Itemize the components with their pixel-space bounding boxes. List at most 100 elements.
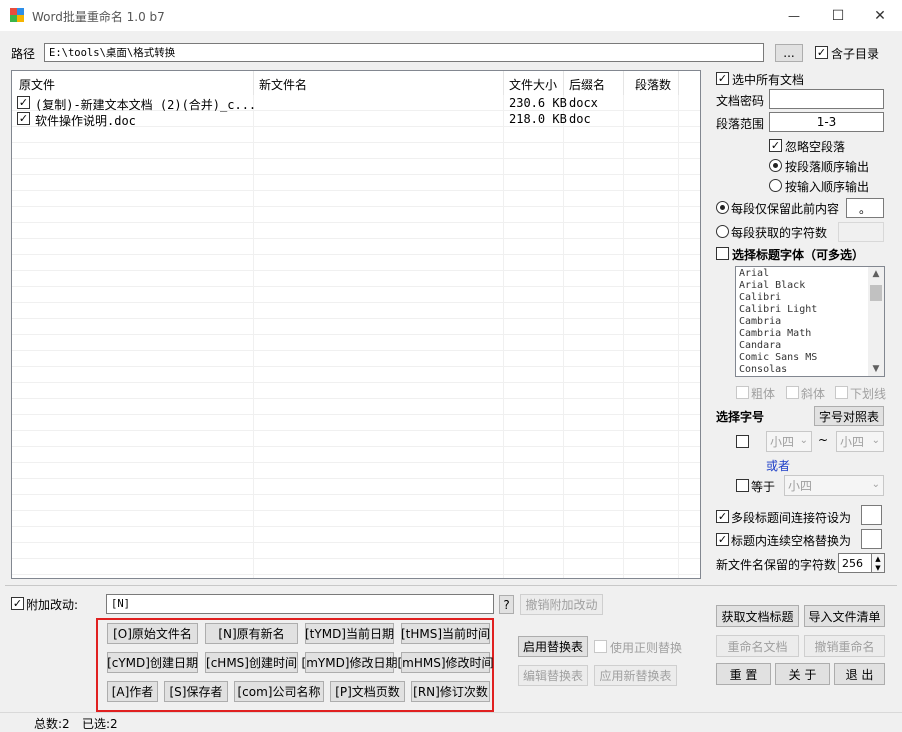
token-button[interactable]: [A]作者 <box>107 681 158 702</box>
status-selected: 已选:2 <box>82 715 118 732</box>
font-list-item[interactable]: Cambria <box>739 316 867 328</box>
row-checkbox[interactable]: ✓ <box>17 96 30 109</box>
path-input[interactable]: E:\tools\桌面\格式转换 <box>44 43 764 62</box>
undo-rename-button[interactable]: 撤销重命名 <box>804 635 885 657</box>
table-row[interactable]: ✓ (复制)-新建文本文档 (2)(合并)_c... 230.6 KB docx <box>12 95 700 111</box>
font-list-item[interactable]: Calibri <box>739 292 867 304</box>
range-label: 段落范围 <box>716 115 764 132</box>
char-count-radio[interactable] <box>716 225 729 238</box>
or-label: 或者 <box>766 457 790 474</box>
title-font-label: 选择标题字体（可多选） <box>732 246 864 263</box>
ignore-empty-checkbox[interactable]: ✓ <box>769 139 782 152</box>
token-button[interactable]: [P]文档页数 <box>330 681 405 702</box>
spin-down-icon[interactable]: ▼ <box>872 563 884 572</box>
help-button[interactable]: ? <box>499 595 514 614</box>
append-label: 附加改动: <box>26 596 78 613</box>
use-regex-checkbox[interactable] <box>594 640 607 653</box>
table-row[interactable]: ✓ 软件操作说明.doc 218.0 KB doc <box>12 111 700 127</box>
rename-button[interactable]: 重命名文档 <box>716 635 799 657</box>
font-list-item[interactable]: Candara <box>739 340 867 352</box>
apply-replace-button[interactable]: 应用新替换表 <box>594 665 677 686</box>
token-button[interactable]: [tHMS]当前时间 <box>401 623 490 644</box>
spin-up-icon[interactable]: ▲ <box>872 554 884 563</box>
scroll-thumb[interactable] <box>870 285 882 301</box>
col-header-original[interactable]: 原文件 <box>19 76 55 93</box>
select-all-checkbox[interactable]: ✓ <box>716 72 729 85</box>
enable-replace-button[interactable]: 启用替换表 <box>518 636 588 657</box>
import-list-button[interactable]: 导入文件清单 <box>804 605 885 627</box>
size-table-button[interactable]: 字号对照表 <box>814 406 884 426</box>
scroll-down-icon[interactable]: ▼ <box>868 362 884 376</box>
keep-chars-input[interactable]: 256 <box>838 553 872 573</box>
range-input[interactable]: 1-3 <box>769 112 884 132</box>
multi-title-label: 多段标题间连接符设为 <box>731 509 851 526</box>
reset-button[interactable]: 重 置 <box>716 663 771 685</box>
token-button[interactable]: [tYMD]当前日期 <box>305 623 394 644</box>
keep-before-radio[interactable] <box>716 201 729 214</box>
token-button[interactable]: [cYMD]创建日期 <box>107 652 198 673</box>
size-from-select[interactable]: 小四⌄ <box>766 431 812 452</box>
browse-button[interactable]: ... <box>775 44 803 62</box>
maximize-button[interactable]: ☐ <box>816 0 860 31</box>
font-list-item[interactable]: Comic Sans MS <box>739 352 867 364</box>
password-input[interactable] <box>769 89 884 109</box>
order-input-radio[interactable] <box>769 179 782 192</box>
font-list[interactable]: ArialArial BlackCalibriCalibri LightCamb… <box>735 266 885 377</box>
token-button[interactable]: [mYMD]修改日期 <box>305 652 394 673</box>
col-header-size[interactable]: 文件大小 <box>509 76 557 93</box>
font-list-item[interactable]: Arial <box>739 268 867 280</box>
token-button[interactable]: [N]原有新名 <box>205 623 298 644</box>
keep-before-input[interactable]: 。 <box>846 198 884 218</box>
title-bar: Word批量重命名 1.0 b7 — ☐ ✕ <box>0 0 902 31</box>
char-count-label: 每段获取的字符数 <box>731 224 827 241</box>
font-list-item[interactable]: Consolas <box>739 364 867 376</box>
exit-button[interactable]: 退 出 <box>834 663 885 685</box>
edit-replace-button[interactable]: 编辑替换表 <box>518 665 588 686</box>
bold-label: 粗体 <box>751 385 775 402</box>
replace-space-checkbox[interactable]: ✓ <box>716 533 729 546</box>
append-checkbox[interactable]: ✓ <box>11 597 24 610</box>
close-button[interactable]: ✕ <box>858 0 902 31</box>
order-paragraph-radio[interactable] <box>769 159 782 172</box>
underline-checkbox[interactable] <box>835 386 848 399</box>
get-title-button[interactable]: 获取文档标题 <box>716 605 799 627</box>
token-button[interactable]: [RN]修订次数 <box>411 681 490 702</box>
about-button[interactable]: 关 于 <box>775 663 830 685</box>
minimize-button[interactable]: — <box>772 0 816 31</box>
char-count-input[interactable] <box>838 222 884 242</box>
include-subdirs-checkbox[interactable]: ✓ <box>815 46 828 59</box>
font-list-item[interactable]: Arial Black <box>739 280 867 292</box>
token-button[interactable]: [S]保存者 <box>164 681 228 702</box>
size-equals-select[interactable]: 小四⌄ <box>784 475 884 496</box>
title-font-checkbox[interactable] <box>716 247 729 260</box>
replace-space-input[interactable] <box>861 529 882 549</box>
keep-chars-spinner[interactable]: ▲ ▼ <box>871 553 885 573</box>
multi-title-input[interactable] <box>861 505 882 525</box>
col-header-ext[interactable]: 后缀名 <box>569 76 605 93</box>
bold-checkbox[interactable] <box>736 386 749 399</box>
status-total: 总数:2 <box>34 715 70 732</box>
token-button[interactable]: [mHMS]修改时间 <box>401 652 490 673</box>
size-range-checkbox[interactable] <box>736 435 749 448</box>
file-table: 原文件 新文件名 文件大小 后缀名 段落数 ✓ (复制)-新建文本文档 (2)(… <box>11 70 701 579</box>
window-title: Word批量重命名 1.0 b7 <box>32 8 165 25</box>
size-equals-checkbox[interactable] <box>736 479 749 492</box>
keep-chars-label: 新文件名保留的字符数 <box>716 556 836 573</box>
row-checkbox[interactable]: ✓ <box>17 112 30 125</box>
token-button[interactable]: [O]原始文件名 <box>107 623 198 644</box>
font-list-scrollbar[interactable]: ▲ ▼ <box>868 267 884 376</box>
multi-title-checkbox[interactable]: ✓ <box>716 510 729 523</box>
font-list-item[interactable]: Calibri Light <box>739 304 867 316</box>
col-header-paragraphs[interactable]: 段落数 <box>635 76 671 93</box>
undo-append-button[interactable]: 撤销附加改动 <box>520 594 603 615</box>
path-label: 路径 <box>11 45 35 62</box>
italic-checkbox[interactable] <box>786 386 799 399</box>
col-header-new-name[interactable]: 新文件名 <box>259 76 307 93</box>
append-input[interactable]: [N] <box>106 594 494 614</box>
scroll-up-icon[interactable]: ▲ <box>868 267 884 281</box>
token-button[interactable]: [cHMS]创建时间 <box>205 652 298 673</box>
row-size: 230.6 KB <box>509 96 567 110</box>
token-button[interactable]: [com]公司名称 <box>234 681 324 702</box>
font-list-item[interactable]: Cambria Math <box>739 328 867 340</box>
size-to-select[interactable]: 小四⌄ <box>836 431 884 452</box>
